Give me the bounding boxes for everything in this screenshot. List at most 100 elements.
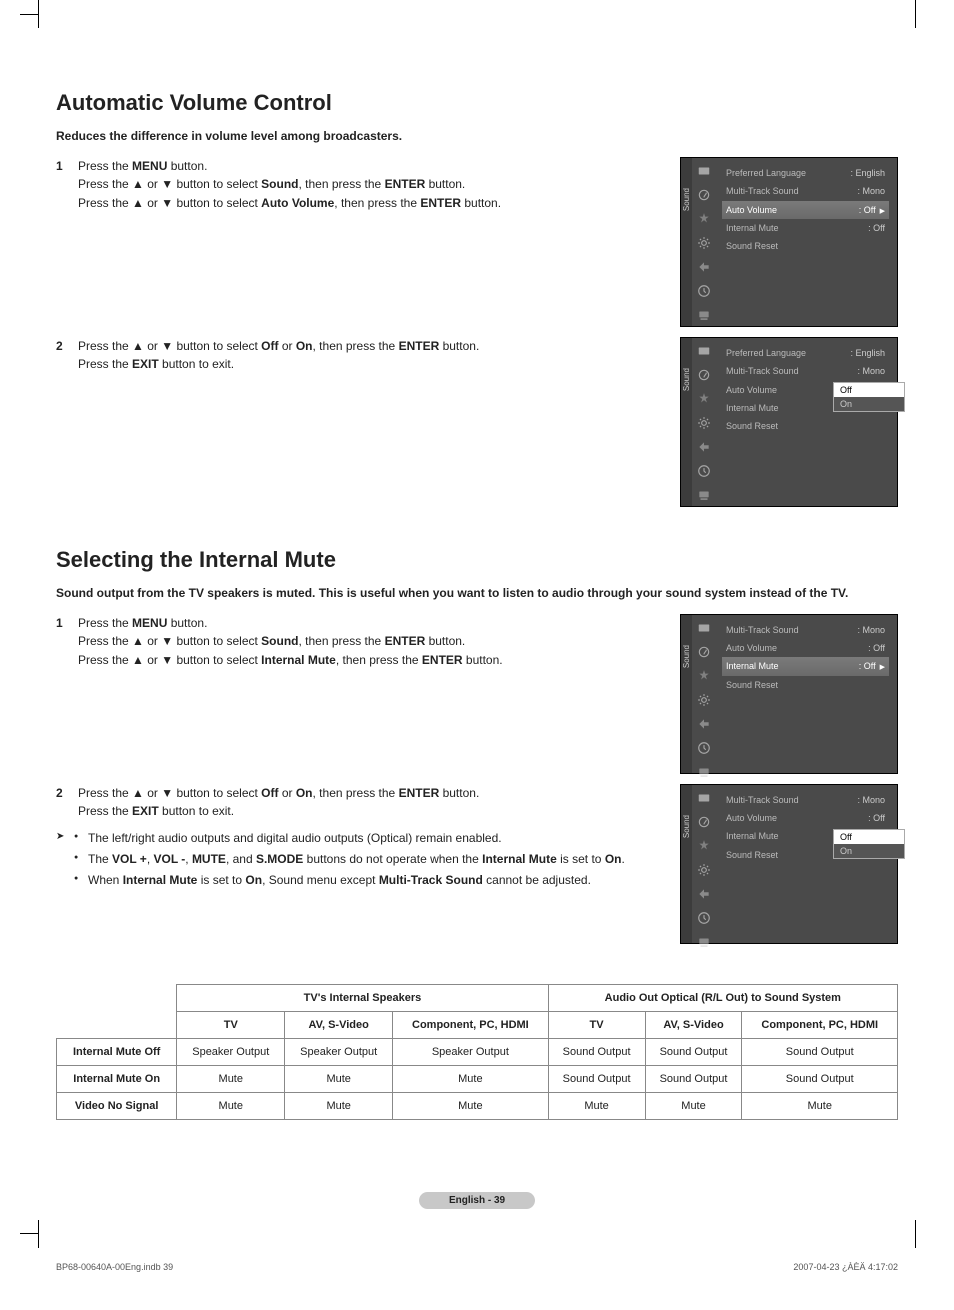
- osd-item: Auto Volume: Off: [722, 639, 889, 657]
- page-number-badge: English - 39: [419, 1192, 535, 1209]
- step: 1 Press the MENU button.Press the ▲ or ▼…: [56, 614, 662, 670]
- osd-item: Sound Reset: [722, 676, 889, 694]
- osd-icon: [697, 236, 711, 250]
- table-cell: Mute: [285, 1065, 393, 1092]
- table-cell: Mute: [285, 1092, 393, 1119]
- osd-tab: Sound: [681, 158, 692, 326]
- table-cell: Mute: [742, 1092, 898, 1119]
- osd-icon: [697, 464, 711, 478]
- table-col-header: Component, PC, HDMI: [393, 1011, 548, 1038]
- table-cell: Sound Output: [742, 1065, 898, 1092]
- section-intro: Sound output from the TV speakers is mut…: [56, 585, 898, 602]
- step: 2 Press the ▲ or ▼ button to select Off …: [56, 337, 662, 374]
- section-auto-volume: Automatic Volume Control Reduces the dif…: [56, 90, 898, 507]
- step: 2 Press the ▲ or ▼ button to select Off …: [56, 784, 662, 821]
- osd-icon-column: [692, 615, 716, 773]
- osd-icon: [697, 935, 711, 949]
- osd-icon: [697, 308, 711, 322]
- osd-item: Sound Reset: [722, 237, 889, 255]
- table-cell: Mute: [177, 1065, 285, 1092]
- table-group-header: Audio Out Optical (R/L Out) to Sound Sys…: [548, 984, 897, 1011]
- table-col-row: TVAV, S-VideoComponent, PC, HDMITVAV, S-…: [57, 1011, 898, 1038]
- osd-icon: [697, 815, 711, 829]
- osd-item: Multi-Track Sound: Mono: [722, 362, 889, 380]
- osd-item: Auto Volume: Off▶: [722, 201, 889, 219]
- osd-panel: Sound Multi-Track Sound: MonoAuto Volume:…: [680, 784, 898, 944]
- osd-list: Multi-Track Sound: MonoAuto Volume: OffI…: [716, 615, 897, 773]
- section-title: Automatic Volume Control: [56, 90, 898, 116]
- osd-icon: [697, 392, 711, 406]
- osd-icon: [697, 669, 711, 683]
- section-title: Selecting the Internal Mute: [56, 547, 898, 573]
- section-intro: Reduces the difference in volume level a…: [56, 128, 898, 145]
- osd-panel: Sound Preferred Language: EnglishMulti-Tr…: [680, 337, 898, 507]
- table-cell: Sound Output: [645, 1065, 742, 1092]
- step: 1 Press the MENU button.Press the ▲ or ▼…: [56, 157, 662, 213]
- print-footer: BP68-00640A-00Eng.indb 39 2007-04-23 ¿ÀÈ…: [0, 1248, 954, 1286]
- osd-icon: [697, 284, 711, 298]
- notes: ➤●The left/right audio outputs and digit…: [56, 829, 662, 889]
- osd-icon: [697, 488, 711, 502]
- osd-item: Internal Mute: Off▶: [722, 657, 889, 675]
- table-row: Video No SignalMuteMuteMuteMuteMuteMute: [57, 1092, 898, 1119]
- table-col-header: TV: [548, 1011, 645, 1038]
- note-item: ●The VOL +, VOL -, MUTE, and S.MODE butt…: [56, 850, 662, 868]
- osd-list: Multi-Track Sound: MonoAuto Volume: OffI…: [716, 785, 897, 943]
- print-footer-left: BP68-00640A-00Eng.indb 39: [56, 1262, 173, 1272]
- osd-icon: [697, 911, 711, 925]
- osd-icon: [697, 863, 711, 877]
- osd-icon: [697, 344, 711, 358]
- table-cell: Speaker Output: [177, 1038, 285, 1065]
- osd-item: Multi-Track Sound: Mono: [722, 791, 889, 809]
- table-row: Internal Mute OffSpeaker OutputSpeaker O…: [57, 1038, 898, 1065]
- osd-icon: [697, 188, 711, 202]
- step-body: Press the ▲ or ▼ button to select Off or…: [78, 337, 662, 374]
- table-cell: Sound Output: [548, 1065, 645, 1092]
- table-cell: Mute: [393, 1092, 548, 1119]
- osd-icon: [697, 368, 711, 382]
- osd-item: Auto Volume: Off: [722, 809, 889, 827]
- table-cell: Sound Output: [645, 1038, 742, 1065]
- print-footer-right: 2007-04-23 ¿ÀÈÄ 4:17:02: [793, 1262, 898, 1272]
- table-col-header: TV: [177, 1011, 285, 1038]
- step-body: Press the ▲ or ▼ button to select Off or…: [78, 784, 662, 821]
- osd-icon: [697, 212, 711, 226]
- osd-list: Preferred Language: EnglishMulti-Track S…: [716, 158, 897, 326]
- table-cell: Speaker Output: [285, 1038, 393, 1065]
- osd-icon: [697, 887, 711, 901]
- osd-tab: Sound: [681, 338, 692, 506]
- osd-tab: Sound: [681, 615, 692, 773]
- osd-panel: Sound Multi-Track Sound: MonoAuto Volume:…: [680, 614, 898, 774]
- osd-icon-column: [692, 338, 716, 506]
- section-internal-mute: Selecting the Internal Mute Sound output…: [56, 547, 898, 944]
- table-cell: Mute: [393, 1065, 548, 1092]
- osd-icon: [697, 164, 711, 178]
- osd-item: Internal Mute: Off: [722, 219, 889, 237]
- notes-list: ➤●The left/right audio outputs and digit…: [56, 829, 662, 889]
- osd-icon: [697, 765, 711, 779]
- osd-item: Multi-Track Sound: Mono: [722, 182, 889, 200]
- osd-icon: [697, 260, 711, 274]
- osd-icon: [697, 741, 711, 755]
- note-item: ●When Internal Mute is set to On, Sound …: [56, 871, 662, 889]
- table-row-header: Internal Mute On: [57, 1065, 177, 1092]
- table-cell: Mute: [548, 1092, 645, 1119]
- note-item: ➤●The left/right audio outputs and digit…: [56, 829, 662, 847]
- osd-tab: Sound: [681, 785, 692, 943]
- page-footer: English - 39: [56, 1190, 898, 1208]
- table-cell: Sound Output: [548, 1038, 645, 1065]
- osd-icon: [697, 791, 711, 805]
- osd-item: Preferred Language: English: [722, 164, 889, 182]
- osd-icon: [697, 717, 711, 731]
- osd-icon: [697, 839, 711, 853]
- table-col-header: AV, S-Video: [645, 1011, 742, 1038]
- table-col-header: Component, PC, HDMI: [742, 1011, 898, 1038]
- osd-popup: OffOn: [833, 382, 905, 412]
- spec-table: TV's Internal Speakers Audio Out Optical…: [56, 984, 898, 1120]
- table-group-header: TV's Internal Speakers: [177, 984, 548, 1011]
- osd-item: Preferred Language: English: [722, 344, 889, 362]
- osd-list: Preferred Language: EnglishMulti-Track S…: [716, 338, 897, 506]
- table-row-header: Video No Signal: [57, 1092, 177, 1119]
- table-cell: Mute: [645, 1092, 742, 1119]
- table-cell: Mute: [177, 1092, 285, 1119]
